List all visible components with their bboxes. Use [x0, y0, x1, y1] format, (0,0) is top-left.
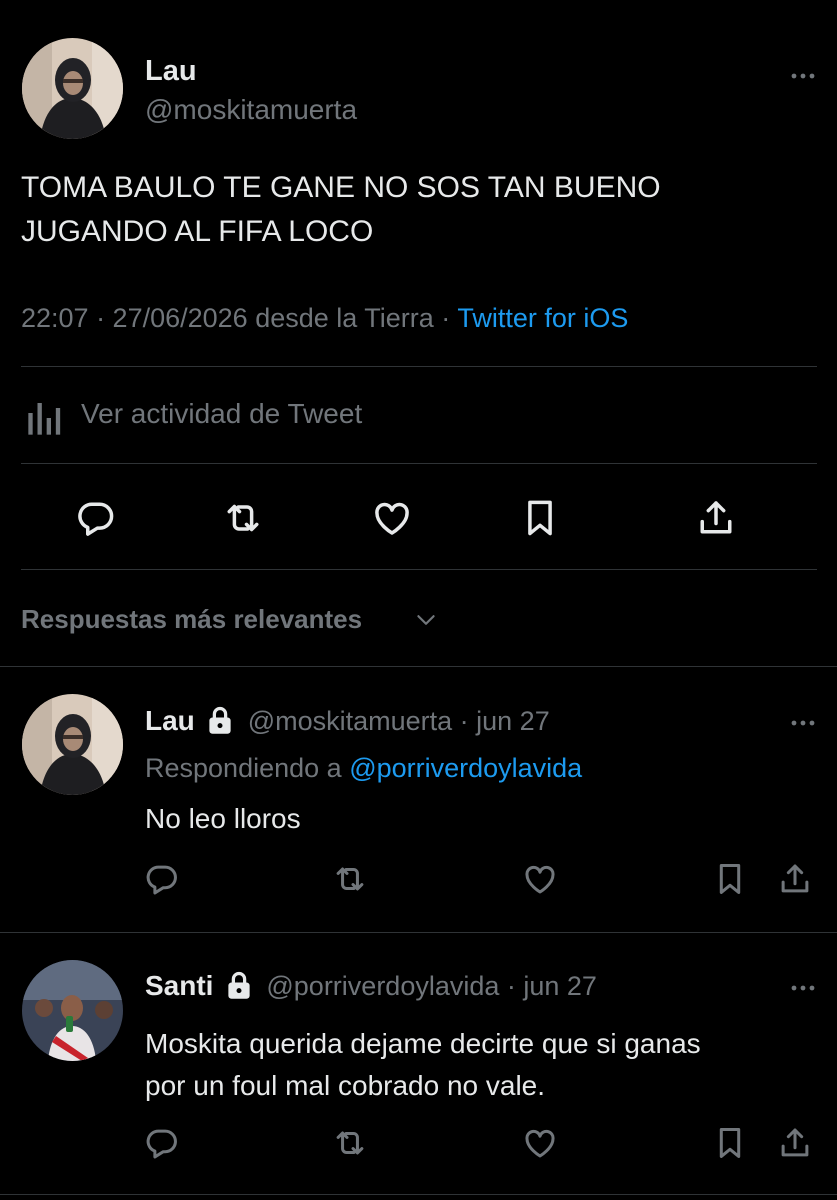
tweet-meta: 22:07 · 27/06/2026 desde la Tierra · Twi… [21, 302, 628, 334]
tweet-text: TOMA BAULO TE GANE NO SOS TAN BUENO JUGA… [21, 166, 661, 254]
tweet-source-link[interactable]: Twitter for iOS [457, 303, 628, 333]
retweet-icon[interactable] [331, 1124, 369, 1162]
replies-sort-label: Respuestas más relevantes [21, 604, 363, 634]
divider [21, 366, 817, 367]
reply-icon[interactable] [74, 496, 118, 540]
tweet-activity-link[interactable]: Ver actividad de Tweet [25, 395, 445, 435]
reply-text: Moskita querida dejame decirte que si ga… [145, 1023, 701, 1107]
author-display-name[interactable]: Santi [145, 970, 213, 1001]
tweet-timestamp[interactable]: 22:07 · 27/06/2026 desde la Tierra · [21, 303, 450, 333]
share-icon[interactable] [776, 1124, 814, 1162]
more-icon[interactable] [788, 715, 818, 725]
replying-to-handle[interactable]: @porriverdoylavida [349, 753, 582, 783]
more-icon[interactable] [788, 980, 818, 990]
lock-icon [224, 970, 254, 1000]
more-icon[interactable] [788, 68, 818, 78]
author-display-name[interactable]: Lau [145, 705, 195, 736]
retweet-icon[interactable] [221, 496, 265, 540]
reply-icon[interactable] [143, 1124, 181, 1162]
reply-text: No leo lloros [145, 803, 301, 834]
replying-to: Respondiendo a @porriverdoylavida [145, 752, 582, 784]
like-icon[interactable] [370, 496, 414, 540]
bookmark-icon[interactable] [518, 496, 562, 540]
divider [0, 932, 837, 933]
avatar[interactable] [22, 960, 123, 1061]
like-icon[interactable] [521, 860, 559, 898]
retweet-icon[interactable] [331, 860, 369, 898]
divider [21, 569, 817, 570]
divider [0, 1194, 837, 1195]
avatar[interactable] [22, 38, 123, 139]
tweet-text-line: JUGANDO AL FIFA LOCO [21, 215, 374, 248]
tweet-text-line: TOMA BAULO TE GANE NO SOS TAN BUENO [21, 171, 661, 204]
author-handle-time[interactable]: @moskitamuerta · jun 27 [248, 706, 550, 736]
reply-icon[interactable] [143, 860, 181, 898]
divider [21, 463, 817, 464]
reply-header: Lau @moskitamuerta · jun 27 [145, 704, 550, 738]
replies-sort-selector[interactable]: Respuestas más relevantes [21, 603, 461, 637]
author-handle-time[interactable]: @porriverdoylavida · jun 27 [266, 971, 597, 1001]
activity-label: Ver actividad de Tweet [81, 398, 363, 429]
bookmark-icon[interactable] [711, 1124, 749, 1162]
bookmark-icon[interactable] [711, 860, 749, 898]
chevron-down-icon [413, 607, 439, 633]
analytics-icon [25, 398, 65, 438]
share-icon[interactable] [694, 496, 738, 540]
reply-header: Santi @porriverdoylavida · jun 27 [145, 969, 597, 1003]
reply-text-line: Moskita querida dejame decirte que si ga… [145, 1028, 701, 1059]
replying-to-prefix: Respondiendo a [145, 753, 342, 783]
avatar[interactable] [22, 694, 123, 795]
author-handle[interactable]: @moskitamuerta [145, 94, 357, 126]
divider [0, 666, 837, 667]
author-display-name[interactable]: Lau [145, 55, 197, 87]
like-icon[interactable] [521, 1124, 559, 1162]
reply-text-line: por un foul mal cobrado no vale. [145, 1070, 546, 1101]
lock-icon [205, 705, 235, 735]
share-icon[interactable] [776, 860, 814, 898]
